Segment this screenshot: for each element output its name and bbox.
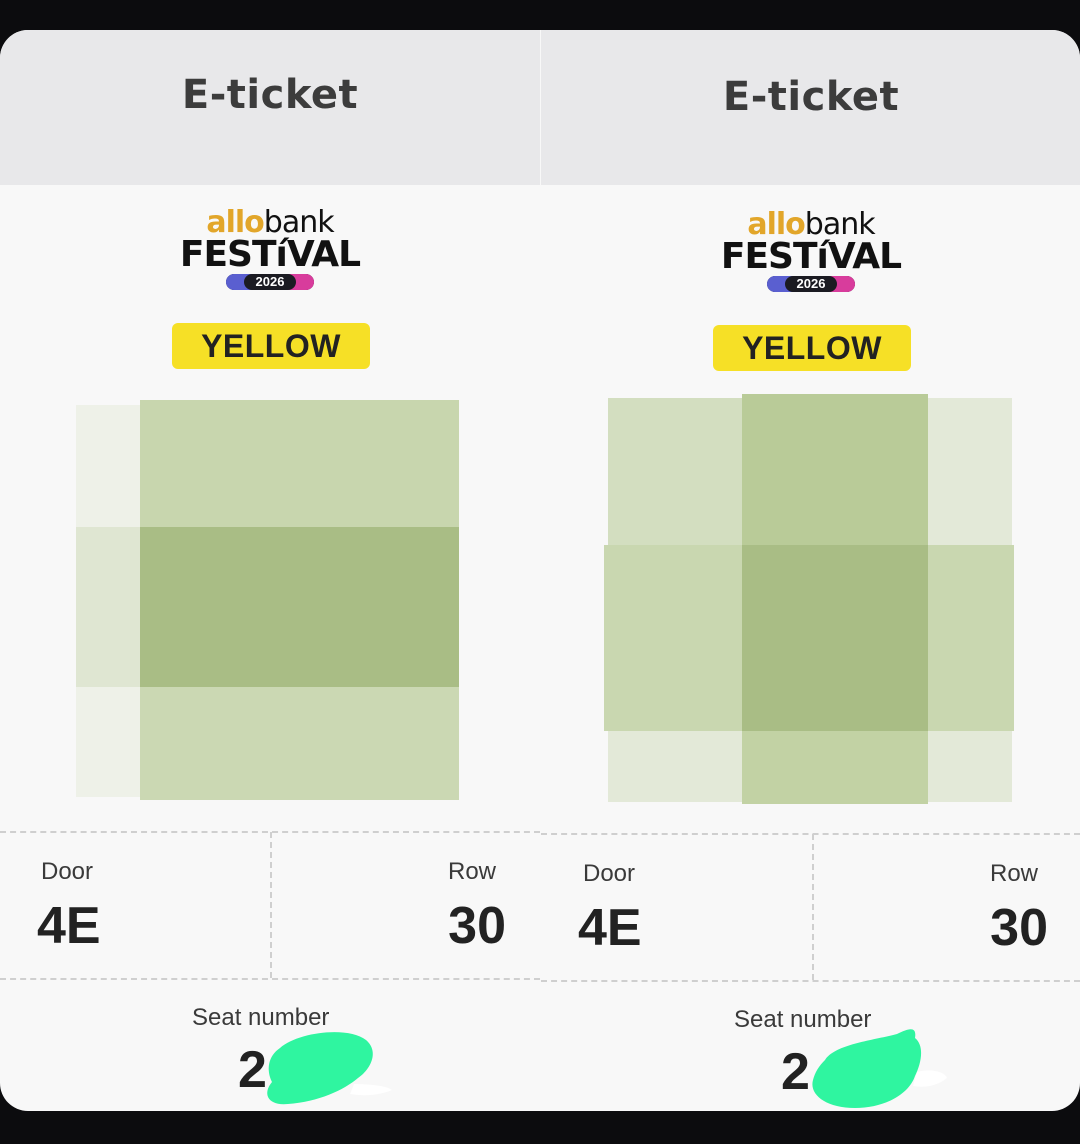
logo-year-badge: 2026 [766,276,856,292]
row-label: Row [989,860,1038,887]
dashed-separator [270,832,272,978]
ticket-tier-badge: YELLOW [713,325,911,371]
ticket-title: E-ticket [722,74,900,120]
ticket-tier-badge: YELLOW [172,323,370,369]
logo-festival-text: FESTíVAL [720,236,902,277]
allobank-festival-logo: allobank FESTíVAL 2026 [541,210,1080,293]
dashed-separator [541,833,1080,835]
dashed-separator [812,834,814,980]
logo-festival-text: FESTíVAL [179,234,361,275]
door-label: Door [583,860,636,887]
allobank-festival-logo: allobank FESTíVAL 2026 [0,208,540,291]
ticket-card-1: E-ticket allobank FESTíVAL 2026 YELLOW D… [0,30,540,1111]
redaction-scribble [267,1032,392,1105]
row-label: Row [447,858,496,885]
redaction-scribble [812,1029,947,1108]
ticket-header: E-ticket [541,30,1080,185]
ticket-header: E-ticket [0,30,540,185]
dashed-separator [541,980,1080,982]
screenshot-frame: E-ticket allobank FESTíVAL 2026 YELLOW D… [0,30,1080,1111]
row-value: 30 [448,897,506,955]
dashed-separator [0,978,540,980]
door-value: 4E [578,899,642,957]
row-value: 30 [990,899,1048,957]
logo-year-badge: 2026 [225,274,315,290]
door-label: Door [41,858,94,885]
ticket-title: E-ticket [181,72,359,118]
ticket-card-2: E-ticket allobank FESTíVAL 2026 YELLOW D… [541,30,1080,1111]
door-value: 4E [37,897,101,955]
